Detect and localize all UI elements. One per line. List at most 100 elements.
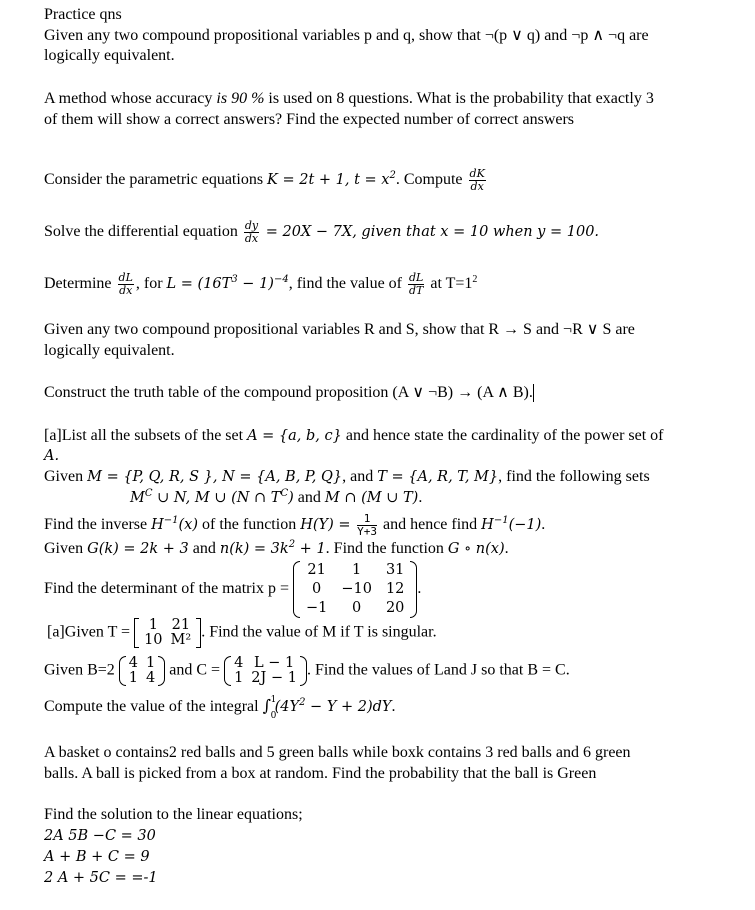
q10-h2: H <box>481 517 494 534</box>
matrix-cell: 4 <box>146 670 156 686</box>
q13-matrix: 1 21 10 M² <box>134 618 202 648</box>
question-12: Find the determinant of the matrix p = 2… <box>44 561 421 618</box>
q14-c: . Find the values of Land J so that B = … <box>306 661 570 679</box>
question-14: Given B=2 4114 and C = 4L − 1 1 2J − 1. Fi… <box>44 656 570 686</box>
q5-frac2-den: dT <box>408 284 424 297</box>
q10-h2-sup: −1 <box>493 515 509 527</box>
question-2-line-2: of them will show a correct answers? Fin… <box>44 111 575 128</box>
matrix-cell: 1 <box>352 562 362 578</box>
heading: Practice qns <box>44 6 122 23</box>
q10-arg: (−1) <box>508 517 542 534</box>
q9-period: . <box>418 489 423 506</box>
question-15: Compute the value of the integral ∫ 1 0 (4Y… <box>44 695 396 721</box>
question-9-line-2: MC ∪ N, M ∪ (N ∩ TC) and M ∩ (M ∪ T). <box>130 488 422 508</box>
matrix-cell: 12 <box>385 581 405 597</box>
q15-integrand: (4Y2 − Y + 2)dY <box>274 698 392 715</box>
q8-set: A = {a, b, c} <box>247 428 342 444</box>
left-paren <box>118 656 126 686</box>
q5-mid2: , find the value of <box>288 275 406 293</box>
q11-g: G(k) = 2k + 3 <box>87 541 189 557</box>
q10-frac-den: Y+3 <box>357 525 377 538</box>
q10-a: Find the inverse <box>44 516 152 534</box>
q12-matrix: 21 1 31 0 −10 12 −1 0 20 <box>292 561 418 618</box>
matrix-row: 0 −10 12 <box>299 580 411 599</box>
integral-sign-icon: ∫ 1 0 <box>263 695 277 721</box>
matrix-cell: 10 <box>144 632 163 648</box>
matrix-cell: 1 <box>234 670 244 686</box>
q9-sets-mn: M = {P, Q, R, S }, N = {A, B, P, Q} <box>87 469 343 485</box>
q5-exp3: 2 <box>472 273 478 285</box>
matrix-row: 41 <box>125 656 159 671</box>
q15-a: Compute the value of the integral <box>44 698 263 715</box>
left-paren <box>224 656 232 686</box>
matrix-cell: 4 <box>234 655 244 671</box>
q13-end: . Find the value of M if T is singular. <box>201 623 437 641</box>
q11-a: Given <box>44 540 88 557</box>
equation-3: 2 A + 5C = =-1 <box>44 870 158 886</box>
question-11: Given G(k) = 2k + 3 and n(k) = 3k2 + 1. … <box>44 539 509 559</box>
question-16-line-1: A basket o contains2 red balls and 5 gre… <box>44 744 631 761</box>
question-8-line-2: A. <box>44 448 60 464</box>
question-3: Consider the parametric equations K = 2t… <box>44 168 488 193</box>
q10-x: (x) <box>178 517 199 534</box>
q9-e: , find the following sets <box>498 468 650 485</box>
q14-b: and C = <box>165 661 225 679</box>
q11-f: . Find the function <box>325 540 448 557</box>
equation-1: 2A 5B −C = 30 <box>44 828 156 844</box>
q5-eq-b: − 1) <box>237 276 274 293</box>
q5-exp2: −4 <box>273 274 289 286</box>
left-bracket <box>134 618 140 648</box>
right-bracket <box>196 618 202 648</box>
q10-period: . <box>541 516 546 534</box>
q12-end: . <box>417 580 422 598</box>
q12-text: Find the determinant of the matrix p = <box>44 580 293 598</box>
right-paren <box>410 561 418 618</box>
left-paren <box>292 561 300 618</box>
matrix-cell: −10 <box>341 581 372 597</box>
right-paren <box>158 656 166 686</box>
matrix-cell: M² <box>170 632 192 648</box>
question-13: [a]Given T = 1 21 10 M² . Find the value of … <box>47 618 437 648</box>
q15-period: . <box>391 698 396 715</box>
q9-m-sup: C <box>144 488 153 500</box>
q2-text-c: is used on 8 questions. What is the prob… <box>264 90 654 107</box>
q10-fraction: 1 Y+3 <box>357 513 377 538</box>
matrix-cell: 21 <box>307 562 326 578</box>
q3-eq: K = 2t + 1, t = x <box>267 172 390 189</box>
q9-and: and <box>293 489 325 506</box>
question-4: Solve the differential equation dy dx = 2… <box>44 220 599 245</box>
q3-equation: K = 2t + 1, t = x2 <box>267 171 396 189</box>
q9-expr-1: MC ∪ N, M ∪ (N ∩ TC) <box>130 488 294 506</box>
q9-a: Given <box>44 468 88 485</box>
question-10: Find the inverse H−1(x) of the function … <box>44 513 545 538</box>
q8-c: and hence state the cardinality of the p… <box>341 427 664 444</box>
matrix-cell: 0 <box>352 600 362 616</box>
question-7[interactable]: Construct the truth table of the compoun… <box>44 383 534 403</box>
q10-inverse: H−1(x) <box>151 515 199 534</box>
q10-inverse-eval: H−1(−1) <box>481 515 542 534</box>
q10-d: of the function <box>198 516 301 534</box>
q11-composition: G ∘ n(x) <box>447 541 505 557</box>
matrix-row: 21 1 31 <box>299 561 411 580</box>
question-2-line-1: A method whose accuracy is 90 % is used … <box>44 89 654 109</box>
matrix-cell: −1 <box>305 600 328 616</box>
q8-a: [a]List all the subsets of the set <box>44 427 248 444</box>
q11-n-b: + 1 <box>295 541 326 557</box>
matrix-table: 4 L − 1 1 2J − 1 <box>230 656 301 686</box>
q10-h-sup: −1 <box>163 515 179 527</box>
question-6-line-2: logically equivalent. <box>44 342 175 359</box>
q3-fraction: dK dx <box>468 168 486 193</box>
q15-c: − Y + 2)dY <box>305 699 392 715</box>
q11-and: and <box>188 540 220 557</box>
q5-fraction-2: dL dT <box>408 272 425 297</box>
q7-text: Construct the truth table of the compoun… <box>44 384 533 401</box>
question-17-intro: Find the solution to the linear equation… <box>44 806 303 823</box>
q15-b: (4Y <box>274 699 300 715</box>
equation-2: A + B + C = 9 <box>44 849 150 865</box>
q5-mid: , for <box>135 275 167 293</box>
q5-frac1-den: dx <box>119 284 133 297</box>
matrix-table: 4114 <box>125 656 159 686</box>
q3-after: . Compute <box>395 171 467 189</box>
matrix-cell: 4 <box>128 655 139 671</box>
question-1-line-1: Given any two compound propositional var… <box>44 27 649 44</box>
